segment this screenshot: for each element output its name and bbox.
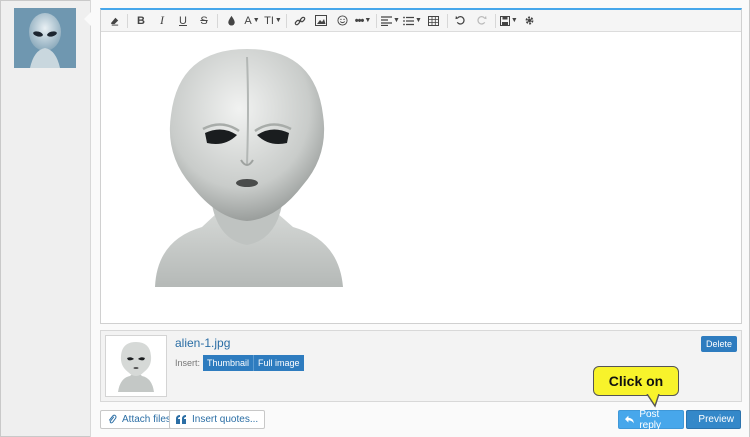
attachment-thumbnail[interactable] [105, 335, 167, 397]
rich-text-editor[interactable]: B I U S A ▼ TI ▼ ••• ▼ ▼ ▼ ▼ [100, 8, 742, 324]
italic-icon[interactable]: I [153, 12, 171, 30]
quote-icon [176, 415, 186, 424]
font-size-label: TI [264, 14, 274, 27]
more-icon[interactable]: ••• ▼ [354, 12, 372, 30]
undo-icon[interactable] [452, 12, 470, 30]
chevron-down-icon: ▼ [393, 17, 400, 24]
attach-files-button[interactable]: Attach files [100, 410, 178, 429]
chevron-down-icon: ▼ [364, 17, 372, 24]
insert-quotes-label: Insert quotes... [192, 414, 259, 425]
embedded-alien-image[interactable] [107, 35, 387, 316]
toolbar-separator [494, 13, 496, 28]
smiley-icon[interactable] [333, 12, 351, 30]
insert-options: Insert: Thumbnail Full image [175, 355, 304, 371]
toolbar-separator [127, 13, 128, 28]
preview-button[interactable]: Preview [686, 410, 741, 429]
font-size-icon[interactable]: TI ▼ [264, 12, 282, 30]
post-reply-label: Post reply [639, 408, 662, 431]
callout-text: Click on [608, 373, 664, 389]
align-icon[interactable]: ▼ [381, 12, 400, 30]
strikethrough-icon[interactable]: S [195, 12, 213, 30]
preview-label: Preview [698, 414, 734, 425]
reply-icon [625, 415, 634, 424]
link-icon[interactable] [291, 12, 309, 30]
eraser-icon[interactable] [105, 12, 123, 30]
toolbar-separator [286, 13, 287, 28]
toolbar-separator [376, 13, 377, 28]
attach-files-label: Attach files [122, 414, 171, 425]
insert-label: Insert: [175, 358, 201, 368]
delete-attachment-button[interactable]: Delete [700, 336, 737, 352]
list-icon[interactable]: ▼ [403, 12, 422, 30]
post-reply-button[interactable]: Post reply [618, 408, 684, 431]
paperclip-icon [108, 414, 117, 424]
toolbar-separator [217, 13, 218, 28]
table-icon[interactable] [425, 12, 443, 30]
chevron-down-icon: ▼ [510, 17, 518, 24]
editor-toolbar: B I U S A ▼ TI ▼ ••• ▼ ▼ ▼ ▼ [101, 10, 741, 32]
avatar[interactable] [14, 8, 76, 68]
gear-icon[interactable] [521, 12, 539, 30]
insert-thumbnail-button[interactable]: Thumbnail [203, 355, 254, 371]
message-arrow [84, 12, 91, 26]
chevron-down-icon: ▼ [414, 17, 422, 24]
toolbar-separator [446, 13, 448, 28]
chevron-down-icon: ▼ [252, 17, 260, 24]
insert-quotes-button[interactable]: Insert quotes... [169, 410, 266, 429]
attachment-filename[interactable]: alien-1.jpg [175, 336, 230, 350]
font-family-label: A [244, 14, 252, 27]
insert-full-image-button[interactable]: Full image [253, 355, 304, 371]
alien-avatar-image [14, 8, 76, 68]
image-icon[interactable] [312, 12, 330, 30]
alien-thumbnail-image [106, 336, 166, 396]
save-draft-icon[interactable]: ▼ [499, 12, 518, 30]
underline-icon[interactable]: U [174, 12, 192, 30]
font-family-icon[interactable]: A ▼ [243, 12, 261, 30]
callout-pointer [646, 394, 660, 408]
alien-bust-image [107, 35, 387, 316]
chevron-down-icon: ▼ [274, 17, 282, 24]
click-on-callout: Click on [593, 366, 679, 396]
color-drop-icon[interactable] [222, 12, 240, 30]
bold-icon[interactable]: B [132, 12, 150, 30]
redo-icon[interactable] [473, 12, 491, 30]
